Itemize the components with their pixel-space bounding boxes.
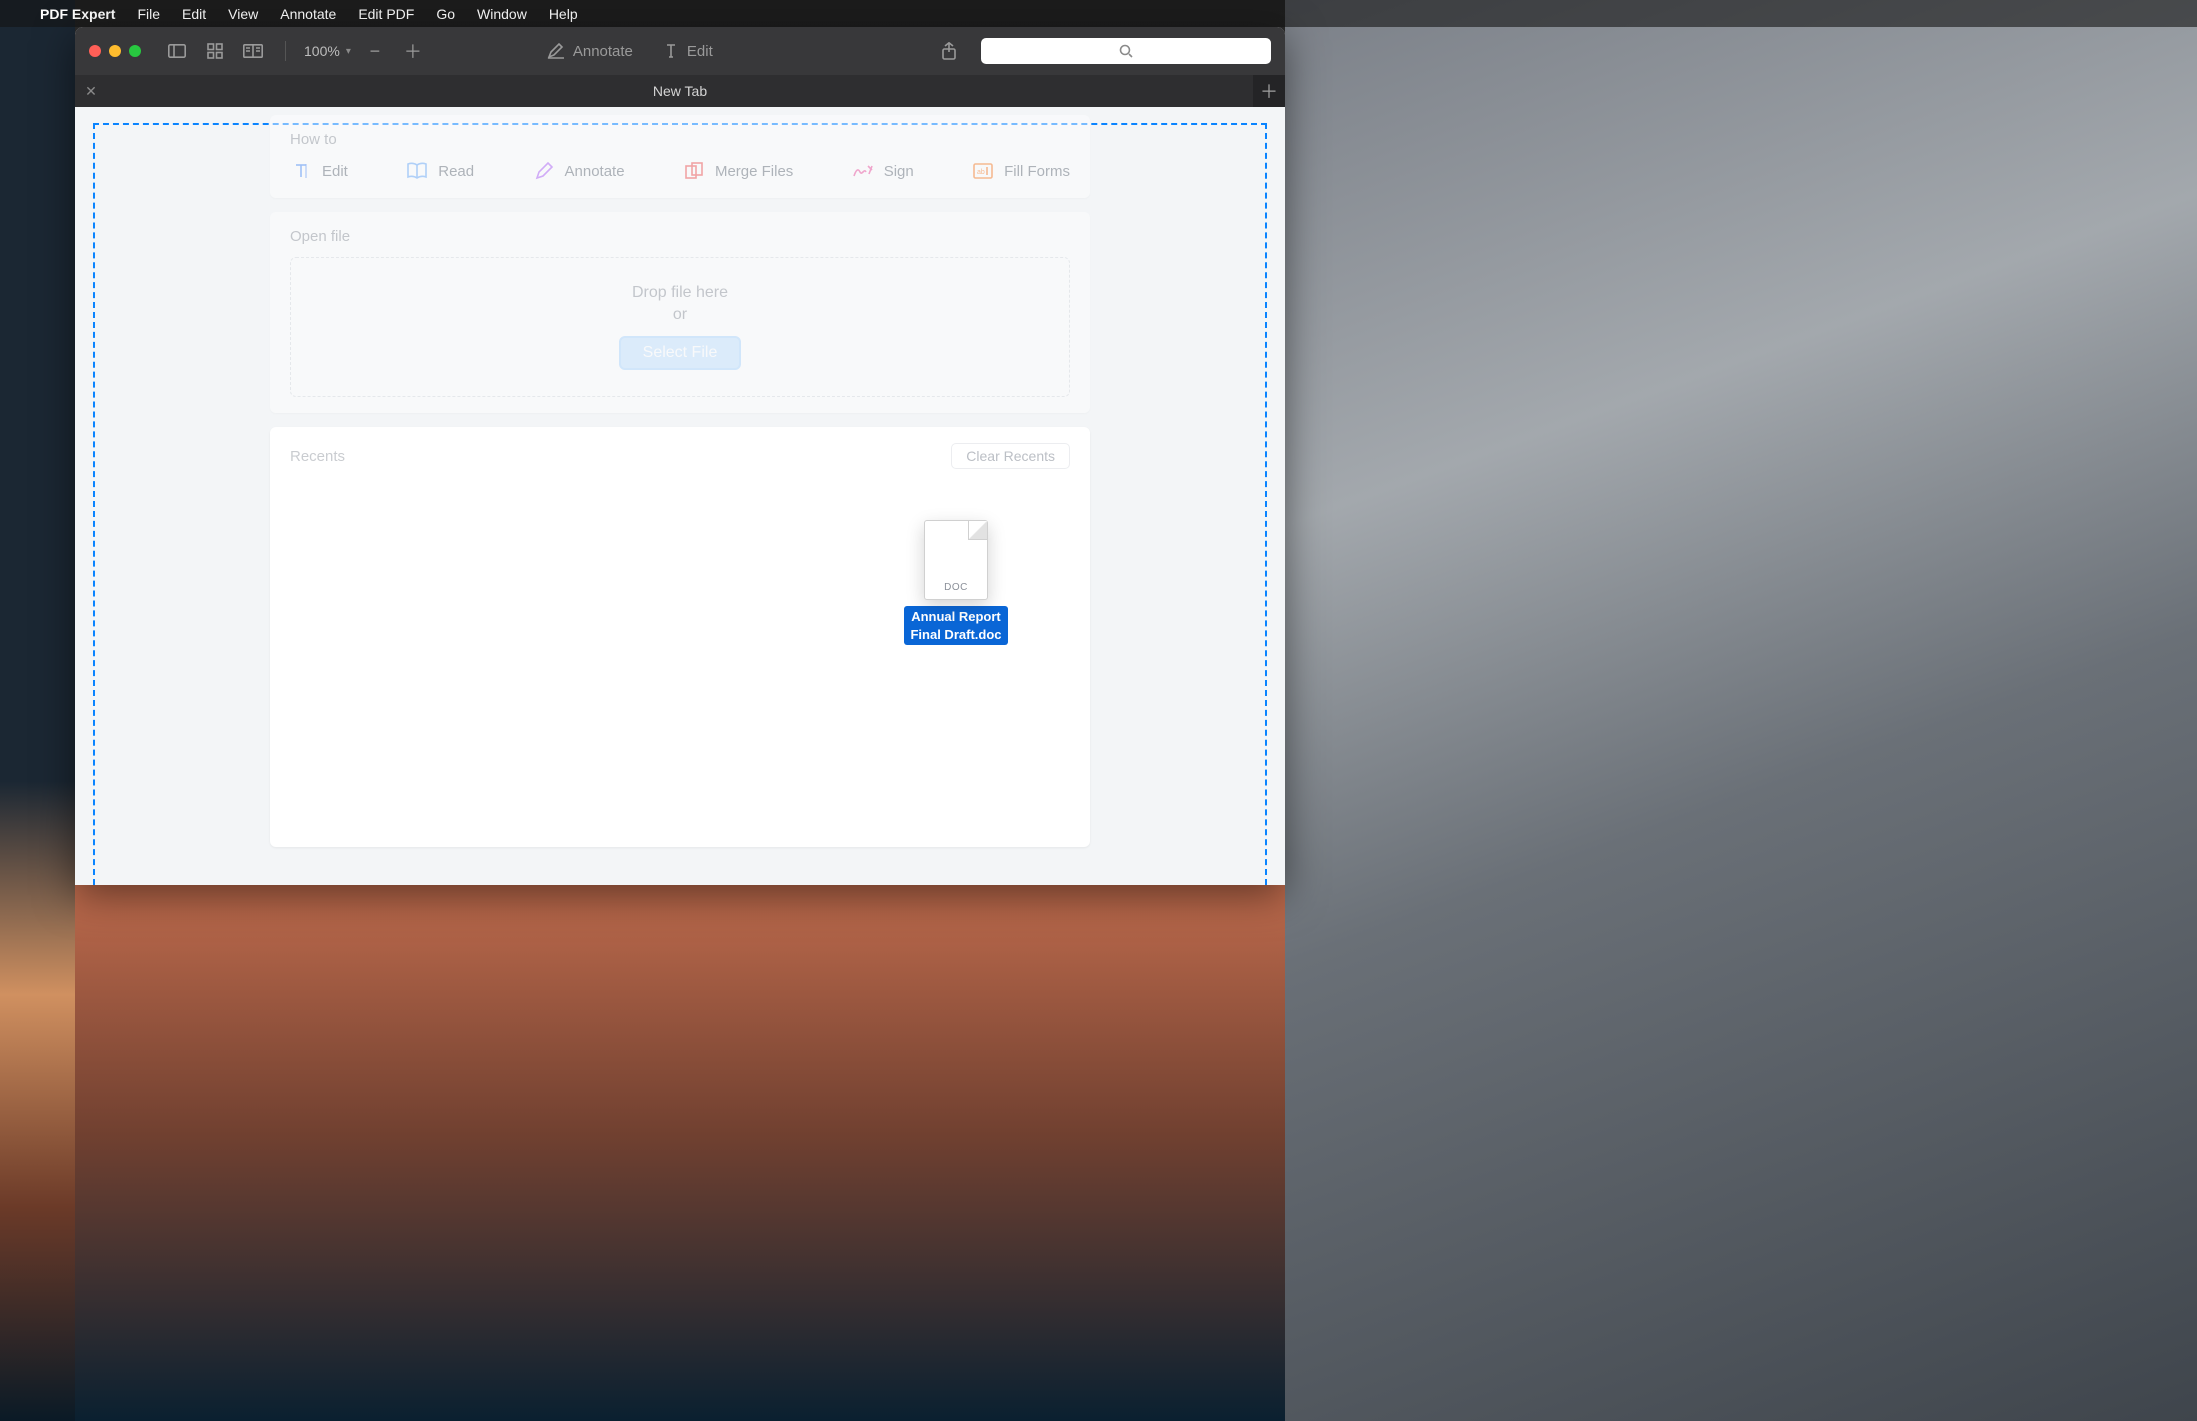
app-window: 100% ▾ − ＋ Annotate Edit ✕ New T	[75, 27, 1285, 885]
sidebar-toggle-button[interactable]	[163, 37, 191, 65]
drop-or-label: or	[673, 306, 687, 324]
menubar-item-editpdf[interactable]: Edit PDF	[358, 6, 414, 22]
edit-mode-button[interactable]: Edit	[663, 43, 713, 60]
window-minimize-button[interactable]	[109, 45, 121, 57]
toolbar-separator	[285, 41, 286, 61]
howto-item-annotate[interactable]: Annotate	[533, 160, 625, 182]
book-icon	[406, 160, 428, 182]
howto-item-merge[interactable]: Merge Files	[683, 160, 793, 182]
search-field[interactable]	[981, 38, 1271, 64]
howto-title: How to	[290, 131, 1070, 148]
menubar-item-help[interactable]: Help	[549, 6, 578, 22]
window-traffic-lights	[89, 45, 141, 57]
howto-item-sign[interactable]: Sign	[852, 160, 914, 182]
menubar-item-edit[interactable]: Edit	[182, 6, 206, 22]
howto-item-fillforms[interactable]: ab Fill Forms	[972, 160, 1070, 182]
two-page-view-button[interactable]	[239, 37, 267, 65]
content-area: How to Edit Read	[75, 107, 1285, 885]
menubar-item-file[interactable]: File	[137, 6, 160, 22]
menubar-app-name[interactable]: PDF Expert	[40, 6, 115, 22]
menubar-item-go[interactable]: Go	[436, 6, 455, 22]
menubar-item-view[interactable]: View	[228, 6, 258, 22]
window-zoom-button[interactable]	[129, 45, 141, 57]
desktop-background-right	[1285, 0, 2197, 1421]
zoom-in-button[interactable]: ＋	[399, 37, 427, 65]
form-icon: ab	[972, 160, 994, 182]
select-file-button[interactable]: Select File	[619, 336, 742, 370]
drop-label: Drop file here	[632, 284, 728, 302]
tab-title: New Tab	[75, 83, 1285, 99]
howto-label: Read	[438, 163, 474, 180]
search-icon	[1119, 44, 1133, 58]
howto-item-edit[interactable]: Edit	[290, 160, 348, 182]
edit-text-icon	[290, 160, 312, 182]
howto-label: Fill Forms	[1004, 163, 1070, 180]
howto-item-read[interactable]: Read	[406, 160, 474, 182]
howto-label: Sign	[884, 163, 914, 180]
recents-title: Recents	[290, 448, 345, 465]
howto-label: Annotate	[565, 163, 625, 180]
tab-close-button[interactable]: ✕	[75, 83, 107, 100]
clear-recents-button[interactable]: Clear Recents	[951, 443, 1070, 469]
zoom-dropdown[interactable]: 100% ▾	[304, 43, 351, 59]
menubar-item-window[interactable]: Window	[477, 6, 527, 22]
zoom-value: 100%	[304, 43, 340, 59]
text-cursor-icon	[663, 43, 679, 59]
share-button[interactable]	[935, 37, 963, 65]
recents-panel: Recents Clear Recents	[270, 427, 1090, 847]
signature-icon	[852, 160, 874, 182]
merge-icon	[683, 160, 705, 182]
svg-text:ab: ab	[977, 169, 985, 176]
window-toolbar: 100% ▾ − ＋ Annotate Edit	[75, 27, 1285, 75]
new-tab-button[interactable]: ＋	[1253, 75, 1285, 107]
annotate-mode-button[interactable]: Annotate	[547, 43, 633, 60]
howto-label: Edit	[322, 163, 348, 180]
tab-bar: ✕ New Tab ＋	[75, 75, 1285, 107]
howto-label: Merge Files	[715, 163, 793, 180]
howto-panel: How to Edit Read	[270, 115, 1090, 198]
desktop-background-left	[0, 0, 75, 1421]
annotate-label: Annotate	[573, 43, 633, 60]
openfile-panel: Open file Drop file here or Select File	[270, 212, 1090, 413]
openfile-title: Open file	[290, 228, 1070, 245]
grid-view-button[interactable]	[201, 37, 229, 65]
marker-icon	[547, 43, 565, 59]
macos-menubar: PDF Expert File Edit View Annotate Edit …	[0, 0, 2197, 27]
window-close-button[interactable]	[89, 45, 101, 57]
drop-zone[interactable]: Drop file here or Select File	[290, 257, 1070, 397]
edit-label: Edit	[687, 43, 713, 60]
zoom-out-button[interactable]: −	[361, 37, 389, 65]
menubar-item-annotate[interactable]: Annotate	[280, 6, 336, 22]
chevron-down-icon: ▾	[346, 46, 351, 57]
pencil-icon	[533, 160, 555, 182]
